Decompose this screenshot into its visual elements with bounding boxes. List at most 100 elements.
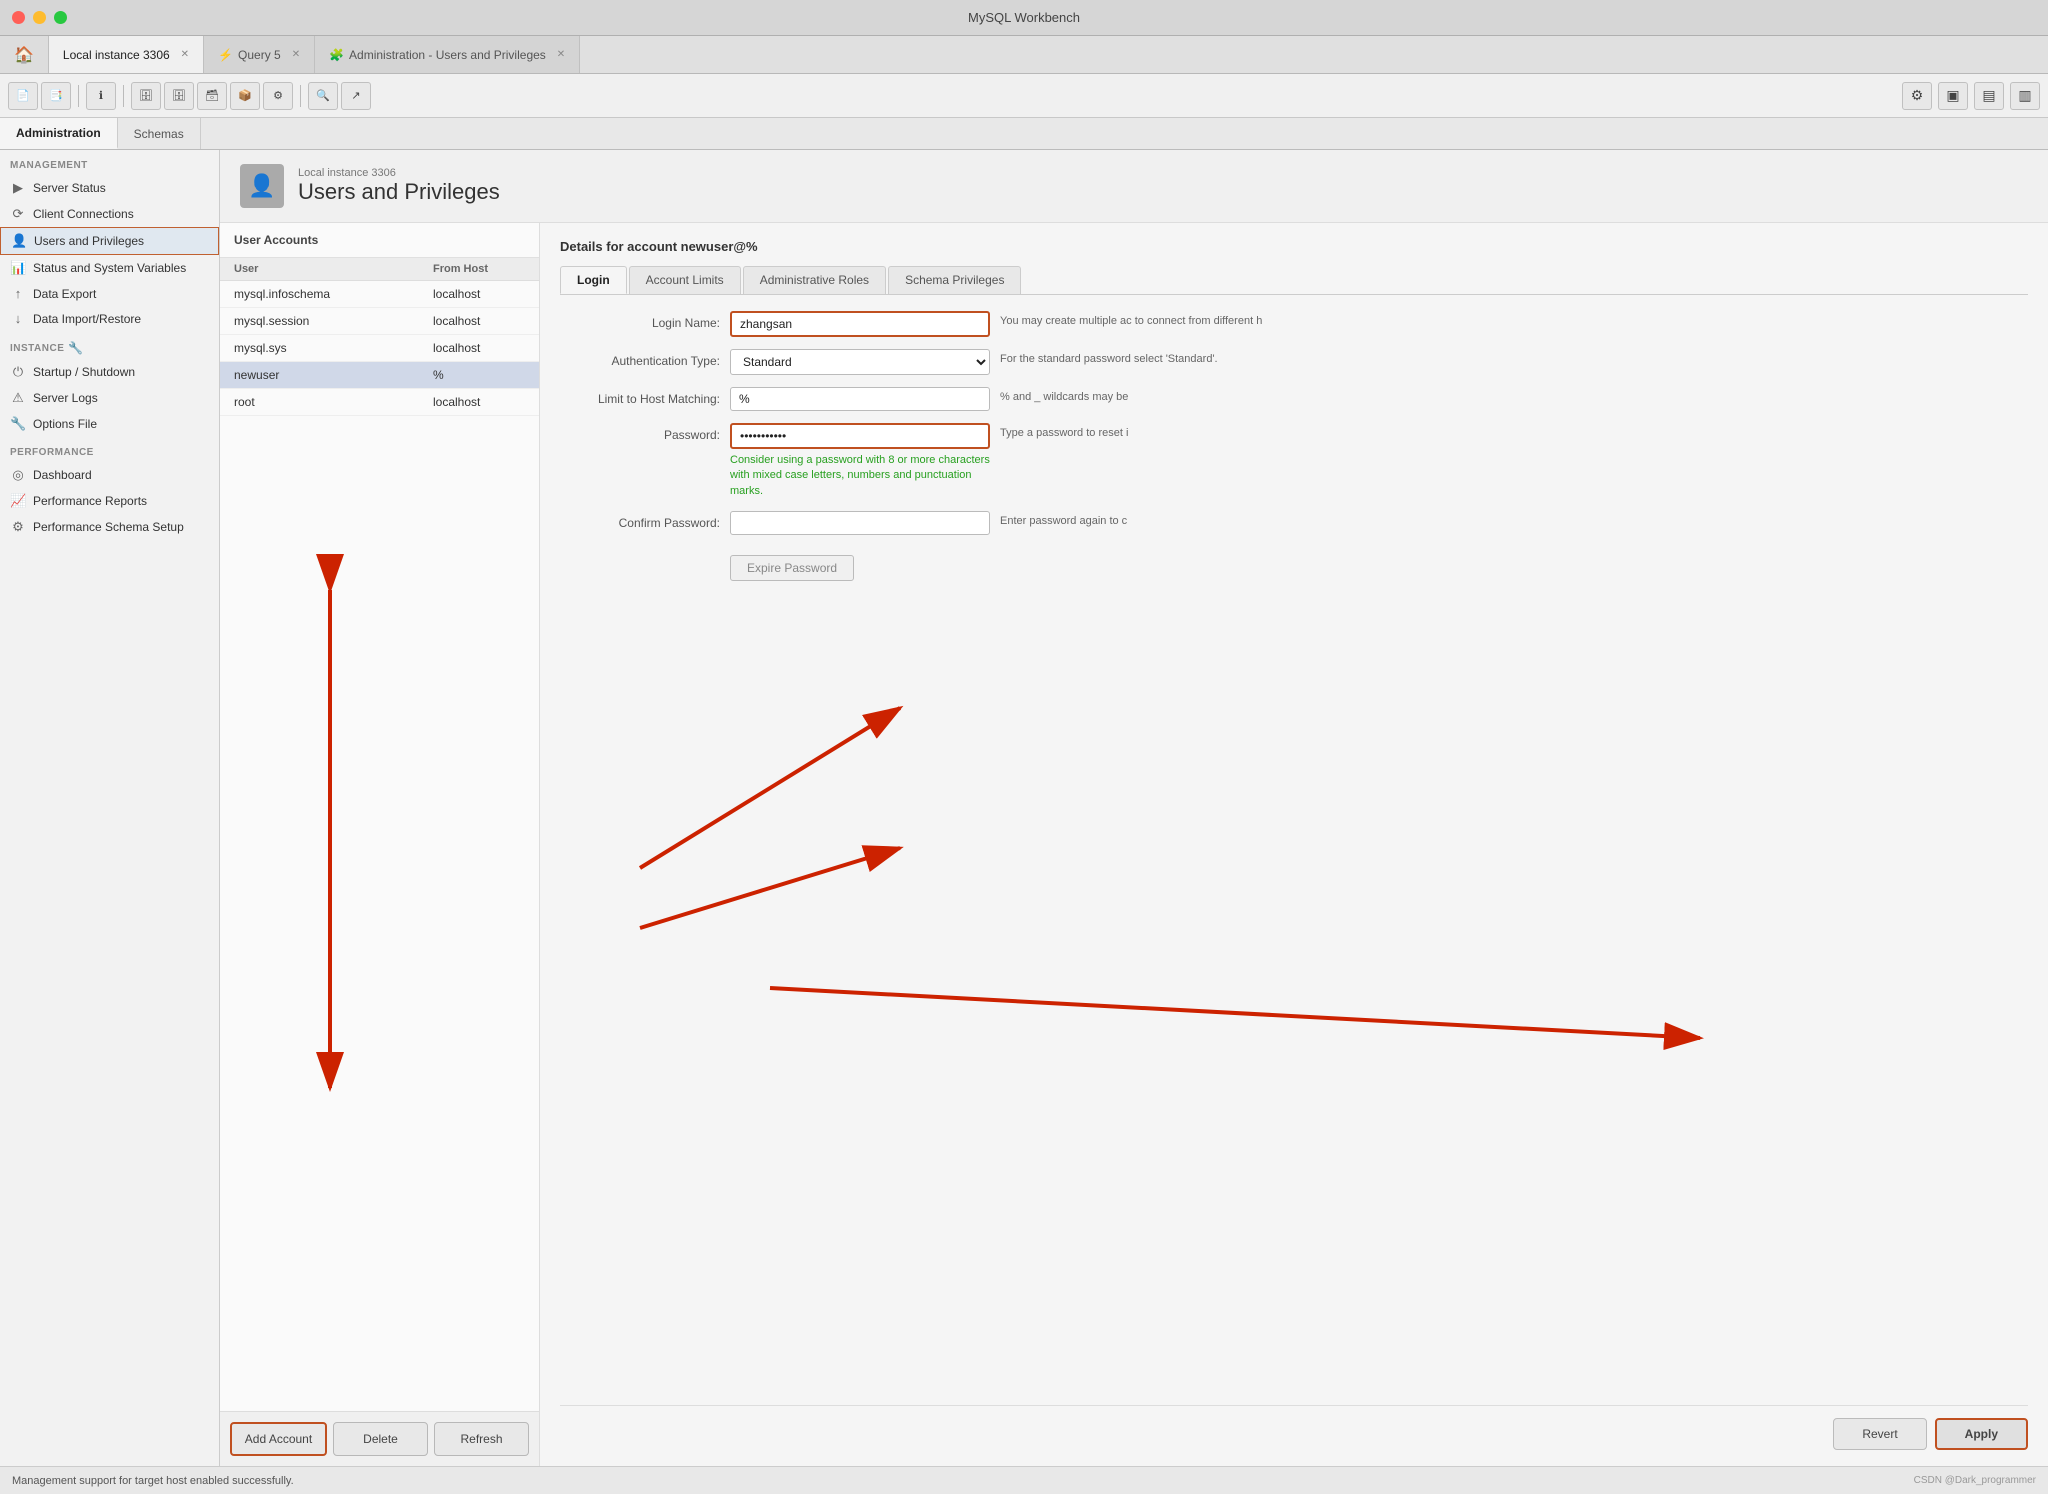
query-tab-close-icon[interactable]: ✕ [292, 49, 300, 60]
user-cell-name: mysql.infoschema [220, 287, 419, 301]
dashboard-icon: ◎ [10, 467, 26, 483]
window-controls[interactable] [12, 11, 67, 24]
expire-password-button[interactable]: Expire Password [730, 555, 854, 581]
confirm-password-label: Confirm Password: [560, 511, 720, 530]
tab-local-instance[interactable]: Local instance 3306 ✕ [49, 36, 204, 73]
table-row[interactable]: mysql.infoschema localhost [220, 281, 539, 308]
toolbar-db1-button[interactable]: 🗄 [131, 82, 161, 110]
delete-button[interactable]: Delete [333, 1422, 428, 1456]
sidebar-item-options-file-label: Options File [33, 417, 97, 431]
server-logs-icon: ⚠ [10, 390, 26, 406]
sidebar-item-options-file[interactable]: 🔧 Options File [0, 411, 219, 437]
limit-host-label: Limit to Host Matching: [560, 387, 720, 406]
window-title: MySQL Workbench [968, 10, 1080, 25]
tab-query[interactable]: ⚡ Query 5 ✕ [204, 36, 315, 73]
add-account-button[interactable]: Add Account [230, 1422, 327, 1456]
server-status-icon: ▶ [10, 180, 26, 196]
toolbar-right: ⚙ ▣ ▤ ▥ [1902, 82, 2040, 110]
revert-button[interactable]: Revert [1833, 1418, 1926, 1450]
toolbar-sql1-button[interactable]: 📄 [8, 82, 38, 110]
toolbar-db5-button[interactable]: ⚙ [263, 82, 293, 110]
layout3-icon: ▥ [2018, 87, 2031, 104]
sidebar-item-performance-schema[interactable]: ⚙ Performance Schema Setup [0, 514, 219, 540]
client-connections-icon: ⟳ [10, 206, 26, 222]
confirm-password-input[interactable] [730, 511, 990, 535]
tab-admin-users[interactable]: 🧩 Administration - Users and Privileges … [315, 36, 580, 73]
details-tabs: Login Account Limits Administrative Role… [560, 266, 2028, 295]
performance-schema-icon: ⚙ [10, 519, 26, 535]
sub-tab-administration[interactable]: Administration [0, 118, 118, 149]
sidebar-item-data-export[interactable]: ↑ Data Export [0, 281, 219, 306]
tab-close-icon[interactable]: ✕ [181, 49, 189, 60]
content-wrapper: 👤 Local instance 3306 Users and Privileg… [220, 150, 2048, 1466]
tab-query-label: Query 5 [238, 48, 281, 62]
limit-host-input[interactable] [730, 387, 990, 411]
details-tab-account-limits[interactable]: Account Limits [629, 266, 741, 294]
password-input[interactable] [730, 423, 990, 449]
user-cell-name: root [220, 395, 419, 409]
maximize-button[interactable] [54, 11, 67, 24]
toolbar-info-button[interactable]: ℹ [86, 82, 116, 110]
details-tab-login[interactable]: Login [560, 266, 627, 294]
main-layout: MANAGEMENT ▶ Server Status ⟳ Client Conn… [0, 150, 2048, 1466]
query-tab-icon: ⚡ [218, 48, 233, 62]
user-table: User From Host mysql.infoschema localhos… [220, 258, 539, 1411]
sidebar-item-server-logs[interactable]: ⚠ Server Logs [0, 385, 219, 411]
close-button[interactable] [12, 11, 25, 24]
tab-home[interactable]: 🏠 [0, 36, 49, 73]
table-row[interactable]: root localhost [220, 389, 539, 416]
sidebar: MANAGEMENT ▶ Server Status ⟳ Client Conn… [0, 150, 220, 1466]
sidebar-item-dashboard[interactable]: ◎ Dashboard [0, 462, 219, 488]
toolbar-layout1-button[interactable]: ▣ [1938, 82, 1968, 110]
top-tab-bar: 🏠 Local instance 3306 ✕ ⚡ Query 5 ✕ 🧩 Ad… [0, 36, 2048, 74]
tab-admin-users-label: Administration - Users and Privileges [349, 48, 546, 62]
table-row[interactable]: mysql.sys localhost [220, 335, 539, 362]
sidebar-item-performance-reports-label: Performance Reports [33, 494, 147, 508]
sidebar-item-status-variables[interactable]: 📊 Status and System Variables [0, 255, 219, 281]
user-table-header: User From Host [220, 258, 539, 281]
minimize-button[interactable] [33, 11, 46, 24]
toolbar-db4-button[interactable]: 📦 [230, 82, 260, 110]
details-tab-admin-roles[interactable]: Administrative Roles [743, 266, 886, 294]
toolbar-search-button[interactable]: 🔍 [308, 82, 338, 110]
sidebar-item-data-import[interactable]: ↓ Data Import/Restore [0, 306, 219, 331]
user-cell-host: localhost [419, 395, 539, 409]
refresh-button[interactable]: Refresh [434, 1422, 529, 1456]
sub-tab-admin-label: Administration [16, 126, 101, 140]
admin-tab-close-icon[interactable]: ✕ [557, 49, 565, 60]
auth-type-hint: For the standard password select 'Standa… [1000, 349, 1218, 367]
details-tab-schema-privileges[interactable]: Schema Privileges [888, 266, 1021, 294]
toolbar-arrow-button[interactable]: ↗ [341, 82, 371, 110]
tab-local-instance-label: Local instance 3306 [63, 48, 170, 62]
login-name-input[interactable] [730, 311, 990, 337]
table-row[interactable]: mysql.session localhost [220, 308, 539, 335]
toolbar-db3-button[interactable]: 🗃 [197, 82, 227, 110]
info-icon: ℹ [99, 89, 103, 102]
col-header-host: From Host [419, 263, 539, 275]
sidebar-item-performance-schema-label: Performance Schema Setup [33, 520, 184, 534]
apply-button[interactable]: Apply [1935, 1418, 2028, 1450]
toolbar-layout3-button[interactable]: ▥ [2010, 82, 2040, 110]
toolbar-sql2-button[interactable]: 📑 [41, 82, 71, 110]
auth-type-select[interactable]: Standard [730, 349, 990, 375]
sidebar-item-server-status[interactable]: ▶ Server Status [0, 175, 219, 201]
details-panel: Details for account newuser@% Login Acco… [540, 223, 2048, 1466]
gear-icon: ⚙ [1911, 87, 1924, 104]
sub-tab-schemas[interactable]: Schemas [118, 118, 201, 149]
sidebar-item-performance-reports[interactable]: 📈 Performance Reports [0, 488, 219, 514]
user-cell-host: localhost [419, 287, 539, 301]
toolbar-gear-button[interactable]: ⚙ [1902, 82, 1932, 110]
toolbar-separator-3 [300, 85, 301, 107]
sidebar-item-startup-shutdown-label: Startup / Shutdown [33, 365, 135, 379]
instance-section-title: INSTANCE 🔧 [0, 331, 219, 359]
sidebar-item-users-privileges[interactable]: 👤 Users and Privileges [0, 227, 219, 255]
sidebar-item-client-connections[interactable]: ⟳ Client Connections [0, 201, 219, 227]
home-icon: 🏠 [14, 45, 34, 65]
sub-tab-schemas-label: Schemas [134, 127, 184, 141]
table-row-selected[interactable]: newuser % [220, 362, 539, 389]
performance-reports-icon: 📈 [10, 493, 26, 509]
toolbar-layout2-button[interactable]: ▤ [1974, 82, 2004, 110]
toolbar-db2-button[interactable]: 🗄 [164, 82, 194, 110]
sidebar-item-startup-shutdown[interactable]: ⏻ Startup / Shutdown [0, 359, 219, 385]
avatar-icon: 👤 [248, 173, 275, 199]
